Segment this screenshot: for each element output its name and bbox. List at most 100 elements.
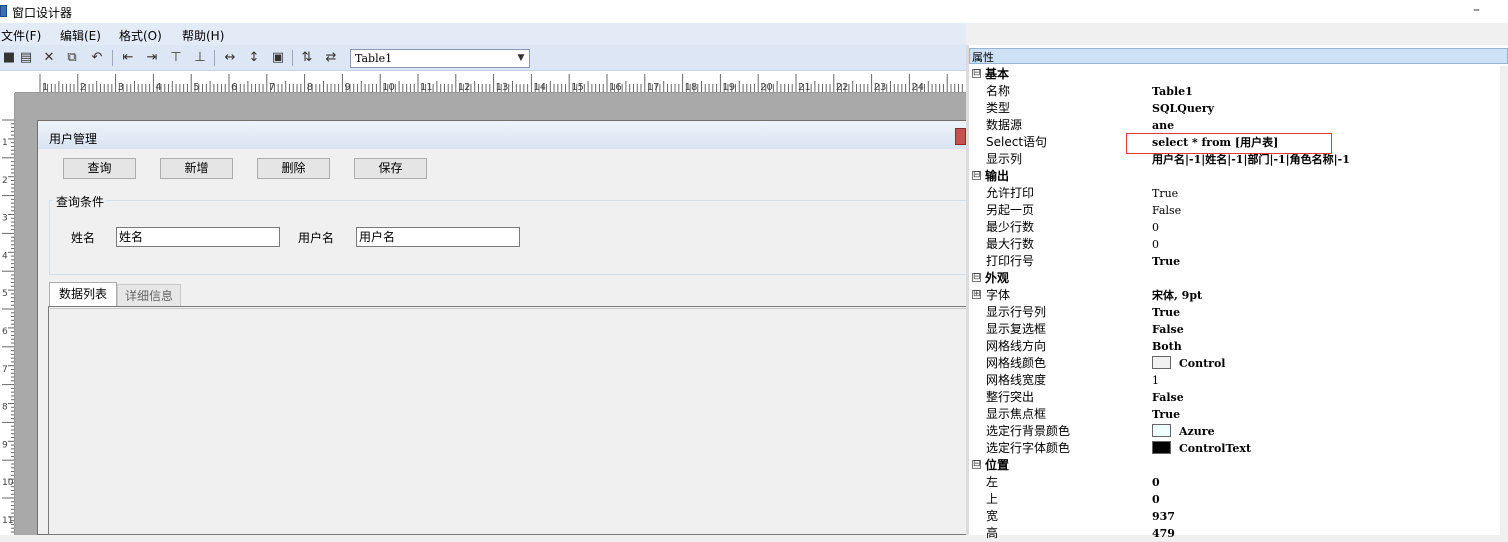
- ruler-number: 5: [2, 289, 8, 299]
- property-category[interactable]: ⊟ 输出: [969, 168, 1508, 185]
- ruler-number: 7: [269, 82, 275, 93]
- property-row[interactable]: 网格线方向 Both: [969, 338, 1508, 355]
- property-row[interactable]: 显示焦点框 True: [969, 406, 1508, 423]
- align-left-icon[interactable]: ⇤: [119, 49, 137, 67]
- collapse-icon[interactable]: ⊟: [972, 171, 981, 180]
- delete-button[interactable]: 删除: [257, 158, 330, 179]
- collapse-icon[interactable]: ⊟: [972, 69, 981, 78]
- property-category[interactable]: ⊟ 基本: [969, 66, 1508, 83]
- property-row[interactable]: 显示复选框 False: [969, 321, 1508, 338]
- ruler-number: 1: [2, 138, 8, 148]
- property-category[interactable]: ⊟ 位置: [969, 457, 1508, 474]
- property-row[interactable]: 网格线宽度 1: [969, 372, 1508, 389]
- horizontal-spacing-icon[interactable]: ⇄: [322, 49, 340, 67]
- vertical-spacing-icon[interactable]: ⇅: [298, 49, 316, 67]
- property-value[interactable]: 0: [1152, 219, 1159, 236]
- tab-detail-info[interactable]: 详细信息: [117, 284, 181, 306]
- property-value[interactable]: 937: [1152, 508, 1175, 525]
- minimize-button[interactable]: –: [1473, 2, 1480, 18]
- form-close-button[interactable]: [955, 128, 966, 145]
- add-button[interactable]: 新增: [160, 158, 233, 179]
- control-select[interactable]: Table1: [350, 49, 530, 68]
- property-value[interactable]: True: [1152, 185, 1178, 202]
- property-row[interactable]: 左0: [969, 474, 1508, 491]
- property-value[interactable]: 1: [1152, 372, 1159, 389]
- name-input[interactable]: 姓名: [116, 227, 280, 247]
- undo-icon[interactable]: ↶: [88, 49, 106, 67]
- property-value[interactable]: Table1: [1152, 83, 1193, 100]
- copy-icon[interactable]: ⧉: [63, 49, 81, 67]
- property-value[interactable]: Azure: [1152, 423, 1215, 440]
- group-title: 查询条件: [53, 193, 108, 210]
- property-value[interactable]: ane: [1152, 117, 1174, 134]
- property-row[interactable]: 最少行数 0: [969, 219, 1508, 236]
- property-row[interactable]: 高 479: [969, 525, 1508, 542]
- property-value[interactable]: 0: [1152, 491, 1160, 508]
- align-bottom-icon[interactable]: ⊥: [191, 49, 209, 67]
- align-top-icon[interactable]: ⊤: [167, 49, 185, 67]
- delete-icon[interactable]: ✕: [40, 49, 58, 67]
- property-value[interactable]: 0: [1152, 474, 1160, 491]
- property-row[interactable]: 上0: [969, 491, 1508, 508]
- property-value[interactable]: False: [1152, 389, 1184, 406]
- ruler-number: 17: [647, 82, 660, 93]
- data-grid[interactable]: [50, 308, 966, 536]
- ruler-number: 8: [2, 403, 8, 413]
- property-value[interactable]: Both: [1152, 338, 1182, 355]
- property-row[interactable]: 名称 Table1: [969, 83, 1508, 100]
- username-input[interactable]: 用户名: [356, 227, 520, 247]
- property-value[interactable]: ControlText: [1152, 440, 1251, 457]
- save-icon[interactable]: ■: [0, 49, 18, 67]
- property-row[interactable]: 选定行字体颜色 ControlText: [969, 440, 1508, 457]
- property-scrollbar[interactable]: [1500, 66, 1508, 535]
- property-value[interactable]: False: [1152, 321, 1184, 338]
- property-row[interactable]: 类型 SQLQuery: [969, 100, 1508, 117]
- menu-edit[interactable]: 编辑(E): [60, 27, 101, 44]
- tab-data-list[interactable]: 数据列表: [49, 282, 117, 306]
- property-name: 宽: [986, 509, 999, 523]
- query-button[interactable]: 查询: [63, 158, 136, 179]
- align-right-icon[interactable]: ⇥: [143, 49, 161, 67]
- property-value[interactable]: False: [1152, 202, 1181, 219]
- property-category[interactable]: ⊟ 外观: [969, 270, 1508, 287]
- property-value[interactable]: SQLQuery: [1152, 100, 1214, 117]
- menu-file[interactable]: 文件(F): [1, 27, 41, 44]
- form-title-bar: [38, 121, 966, 149]
- property-row[interactable]: 数据源 ane: [969, 117, 1508, 134]
- property-value[interactable]: True: [1152, 304, 1180, 321]
- layout-icon[interactable]: ▤: [17, 49, 35, 67]
- property-value[interactable]: 宋体, 9pt: [1152, 287, 1202, 304]
- collapse-icon[interactable]: ⊟: [972, 273, 981, 282]
- property-name: 最大行数: [986, 237, 1035, 251]
- same-size-icon[interactable]: ▣: [269, 49, 287, 67]
- same-width-icon[interactable]: ↔: [221, 49, 239, 67]
- property-row[interactable]: 允许打印 True: [969, 185, 1508, 202]
- property-row[interactable]: 最大行数 0: [969, 236, 1508, 253]
- property-row[interactable]: 整行突出 False: [969, 389, 1508, 406]
- ruler-number: 22: [836, 82, 849, 93]
- menu-help[interactable]: 帮助(H): [182, 27, 224, 44]
- property-value[interactable]: 479: [1152, 525, 1175, 542]
- horizontal-ruler: 1 2 3 4 5 6 7 8 9 10 11 12 13 14 15 16 17 18 19 20 21 22 23 24: [15, 71, 966, 93]
- property-value[interactable]: Control: [1152, 355, 1225, 372]
- property-row[interactable]: 打印行号 True: [969, 253, 1508, 270]
- property-value[interactable]: 0: [1152, 236, 1159, 253]
- collapse-icon[interactable]: ⊟: [972, 460, 981, 469]
- property-row[interactable]: ⊞ 字体 宋体, 9pt: [969, 287, 1508, 304]
- property-name: 选定行字体颜色: [986, 441, 1071, 455]
- expand-icon[interactable]: ⊞: [972, 290, 981, 299]
- menu-format[interactable]: 格式(O): [119, 27, 162, 44]
- property-row[interactable]: 宽 937: [969, 508, 1508, 525]
- property-row[interactable]: 选定行背景颜色 Azure: [969, 423, 1508, 440]
- chevron-down-icon[interactable]: ▼: [514, 50, 528, 67]
- property-value[interactable]: True: [1152, 253, 1180, 270]
- same-height-icon[interactable]: ↕: [245, 49, 263, 67]
- property-row[interactable]: 网格线颜色 Control: [969, 355, 1508, 372]
- save-button[interactable]: 保存: [354, 158, 427, 179]
- ruler-number: 15: [571, 82, 584, 93]
- property-row[interactable]: 显示行号列 True: [969, 304, 1508, 321]
- property-value[interactable]: True: [1152, 406, 1180, 423]
- username-label: 用户名: [298, 231, 335, 245]
- property-name: 显示焦点框: [986, 407, 1047, 421]
- property-row[interactable]: 另起一页 False: [969, 202, 1508, 219]
